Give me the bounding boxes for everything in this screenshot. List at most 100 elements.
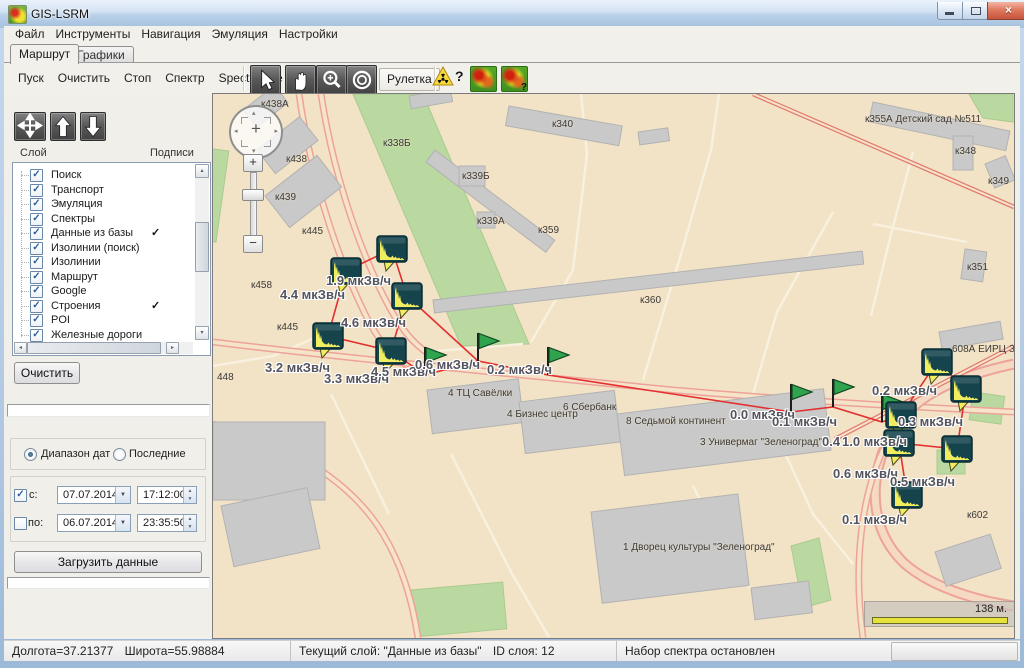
spinner-arrows-icon[interactable]: ▲▼ [183, 487, 196, 503]
radiation-help-button[interactable]: ? [432, 66, 462, 92]
layer-up-button[interactable] [50, 112, 76, 141]
heatmap-help-button[interactable]: ? [501, 66, 528, 92]
dose-label-14: 0.6 мкЗв/ч [833, 466, 898, 481]
heatmap-button[interactable] [470, 66, 497, 92]
pan-tool-button[interactable] [285, 65, 316, 95]
layer-row-10[interactable]: ✓POI [13, 313, 191, 327]
spectrum-marker-5[interactable] [921, 348, 953, 386]
close-button[interactable]: × [987, 2, 1024, 20]
chevron-down-icon[interactable]: ▼ [115, 515, 130, 531]
layer-row-0[interactable]: ✓ Поиск [13, 168, 191, 182]
load-data-button[interactable]: Загрузить данные [14, 551, 202, 573]
pan-up-icon[interactable]: ▴ [252, 109, 256, 117]
layer-checkbox[interactable]: ✓ [30, 198, 43, 211]
menu-item-2[interactable]: Навигация [141, 26, 200, 43]
move-layer-button[interactable] [14, 112, 46, 141]
scale-bar [872, 617, 1008, 624]
spectrum-marker-0[interactable] [376, 235, 408, 273]
layer-checkbox[interactable]: ✓ [30, 213, 43, 226]
map-view[interactable]: к438Ак438к439к445к458к445448к338Бк339Бк3… [213, 94, 1014, 638]
cursor-tool-button[interactable] [250, 65, 281, 95]
zoom-in-button[interactable]: + [243, 154, 263, 172]
dose-label-7: 0.2 мкЗв/ч [487, 362, 552, 377]
layer-checkbox[interactable]: ✓ [30, 227, 43, 240]
menu-item-0[interactable]: Файл [15, 26, 45, 43]
to-label: по: [28, 517, 43, 529]
place-label-23: 1 Дворец культуры "Зеленоград" [623, 542, 775, 553]
cursor-icon [253, 67, 279, 93]
flag-marker-4[interactable] [830, 377, 856, 409]
layer-row-8[interactable]: ✓Google [13, 284, 191, 298]
toolbar-button-1[interactable]: Очистить [58, 63, 110, 93]
from-date-combo[interactable]: 07.07.2014 ▼ [57, 486, 131, 504]
toolbar-button-3[interactable]: Спектр [165, 63, 204, 93]
layer-down-button[interactable] [80, 112, 106, 141]
latest-radio[interactable] [113, 448, 126, 461]
spectrum-marker-3[interactable] [312, 322, 344, 360]
map-compass[interactable]: + ▴ ▾ ◂ ▸ [229, 105, 283, 159]
pan-right-icon[interactable]: ▸ [274, 127, 278, 135]
layer-row-11[interactable]: ✓Железные дороги [13, 328, 191, 342]
scroll-thumb[interactable] [27, 342, 161, 354]
chevron-down-icon[interactable]: ▼ [115, 487, 130, 503]
place-label-17: 608А ЕИРЦ Зеле [952, 344, 1014, 355]
layer-row-3[interactable]: ✓Спектры [13, 212, 191, 226]
spinner-arrows-icon[interactable]: ▲▼ [183, 515, 196, 531]
layer-name-label: Поиск [51, 168, 81, 182]
tab-0[interactable]: Маршрут [10, 44, 79, 64]
layer-checkbox[interactable]: ✓ [30, 184, 43, 197]
spectrum-marker-9[interactable] [941, 435, 973, 473]
scroll-right-icon[interactable]: ▸ [166, 342, 179, 354]
layer-row-7[interactable]: ✓ Маршрут [13, 270, 191, 284]
menu-item-3[interactable]: Эмуляция [212, 26, 268, 43]
toolbar-separator [243, 66, 245, 91]
to-date-combo[interactable]: 06.07.2014 ▼ [57, 514, 131, 532]
clear-button[interactable]: Очистить [14, 362, 80, 384]
menu-item-1[interactable]: Инструменты [56, 26, 131, 43]
zoom-slider-track[interactable] [250, 172, 257, 236]
layer-checkbox[interactable]: ✓ [30, 256, 43, 269]
layer-row-9[interactable]: ✓Строения✓ [13, 299, 191, 313]
layer-row-5[interactable]: ✓Изолинии (поиск) [13, 241, 191, 255]
horizontal-scrollbar[interactable]: ◂ ▸ [14, 342, 193, 354]
to-checkbox[interactable] [14, 517, 27, 530]
layer-checkbox[interactable]: ✓ [30, 300, 43, 313]
place-label-4: к458 [251, 280, 272, 291]
ruler-button[interactable]: Рулетка [379, 68, 440, 91]
to-time-spinner[interactable]: 23:35:50 ▲▼ [137, 514, 197, 532]
layer-row-6[interactable]: ✓Изолинии [13, 255, 191, 269]
layer-row-4[interactable]: ✓Данные из базы✓ [13, 226, 191, 240]
title-bar[interactable]: GIS-LSRM × [0, 0, 1024, 28]
scroll-up-icon[interactable]: ▴ [195, 164, 209, 178]
layer-row-2[interactable]: ✓Эмуляция [13, 197, 191, 211]
spectrum-marker-6[interactable] [950, 375, 982, 413]
vertical-scrollbar[interactable]: ▴ ▾ [195, 164, 209, 340]
toolbar-button-2[interactable]: Стоп [124, 63, 151, 93]
date-range-radio[interactable] [24, 448, 37, 461]
arrow-up-icon [53, 114, 73, 139]
layer-checkbox[interactable]: ✓ [30, 271, 43, 284]
scroll-down-icon[interactable]: ▾ [195, 326, 209, 340]
corner-mark [264, 140, 271, 147]
pan-left-icon[interactable]: ◂ [234, 127, 238, 135]
minimize-button[interactable] [937, 2, 964, 20]
layer-checkbox[interactable]: ✓ [30, 329, 43, 342]
layer-checkbox[interactable]: ✓ [30, 169, 43, 182]
layer-row-1[interactable]: ✓Транспорт [13, 183, 191, 197]
layer-checkbox[interactable]: ✓ [30, 285, 43, 298]
zoom-tool-button[interactable] [316, 65, 347, 95]
scroll-thumb[interactable] [195, 222, 209, 272]
move-icon [16, 113, 44, 138]
from-checkbox[interactable]: ✓ [14, 489, 27, 502]
maximize-button[interactable] [962, 2, 989, 20]
layer-checkbox[interactable]: ✓ [30, 314, 43, 327]
scroll-left-icon[interactable]: ◂ [14, 342, 27, 354]
toolbar-button-0[interactable]: Пуск [18, 63, 44, 93]
menu-item-4[interactable]: Настройки [279, 26, 338, 43]
zoom-out-button[interactable]: − [243, 235, 263, 253]
layer-checkbox[interactable]: ✓ [30, 242, 43, 255]
from-time-spinner[interactable]: 17:12:00 ▲▼ [137, 486, 197, 504]
circle-select-button[interactable] [346, 65, 377, 95]
layer-name-label: Маршрут [51, 270, 98, 284]
zoom-slider-handle[interactable] [242, 189, 264, 201]
